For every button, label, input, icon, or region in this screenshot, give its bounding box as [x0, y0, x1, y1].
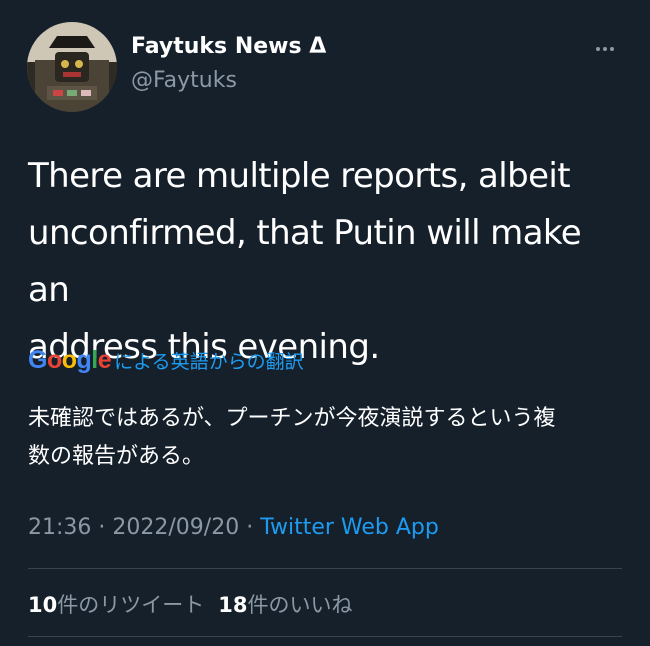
- tweet-time[interactable]: 21:36: [28, 515, 91, 540]
- likes-label: 件のいいね: [247, 593, 353, 617]
- more-dot: [603, 47, 607, 51]
- tweet-text: There are multiple reports, albeit uncon…: [28, 148, 628, 376]
- more-dot: [596, 47, 600, 51]
- tweet-metadata: 21:36 · 2022/09/20 · Twitter Web App: [28, 515, 439, 540]
- likes-count: 18: [218, 593, 248, 617]
- translation-attribution[interactable]: Google による英語からの翻訳: [28, 346, 304, 375]
- translation-label[interactable]: による英語からの翻訳: [114, 347, 303, 374]
- retweets-label: 件のリツイート: [57, 593, 205, 617]
- more-options-icon[interactable]: [590, 34, 620, 64]
- translated-text: 未確認ではあるが、プーチンが今夜演説するという複 数の報告がある。: [28, 400, 628, 476]
- translated-text-line: 数の報告がある。: [28, 444, 205, 469]
- google-logo: Google: [28, 346, 112, 374]
- retweets-stat[interactable]: 10件のリツイート: [28, 593, 204, 617]
- likes-stat[interactable]: 18件のいいね: [218, 593, 352, 617]
- tweet-stats: 10件のリツイート 18件のいいね: [28, 589, 352, 619]
- tweet-source-link[interactable]: Twitter Web App: [260, 515, 439, 540]
- divider: [28, 568, 622, 569]
- profile-avatar[interactable]: [27, 22, 117, 112]
- meta-separator: ·: [239, 515, 261, 540]
- avatar-image: [27, 22, 117, 112]
- tweet-text-line: unconfirmed, that Putin will make an: [28, 213, 582, 310]
- tweet-date[interactable]: 2022/09/20: [112, 515, 239, 540]
- tweet-text-line: There are multiple reports, albeit: [28, 156, 571, 196]
- retweets-count: 10: [28, 593, 58, 617]
- author-handle[interactable]: @Faytuks: [131, 68, 237, 93]
- more-dot: [610, 47, 614, 51]
- translated-text-line: 未確認ではあるが、プーチンが今夜演説するという複: [28, 406, 556, 431]
- author-display-name[interactable]: Faytuks News Δ: [131, 34, 326, 59]
- meta-separator: ·: [91, 515, 113, 540]
- divider: [28, 636, 622, 637]
